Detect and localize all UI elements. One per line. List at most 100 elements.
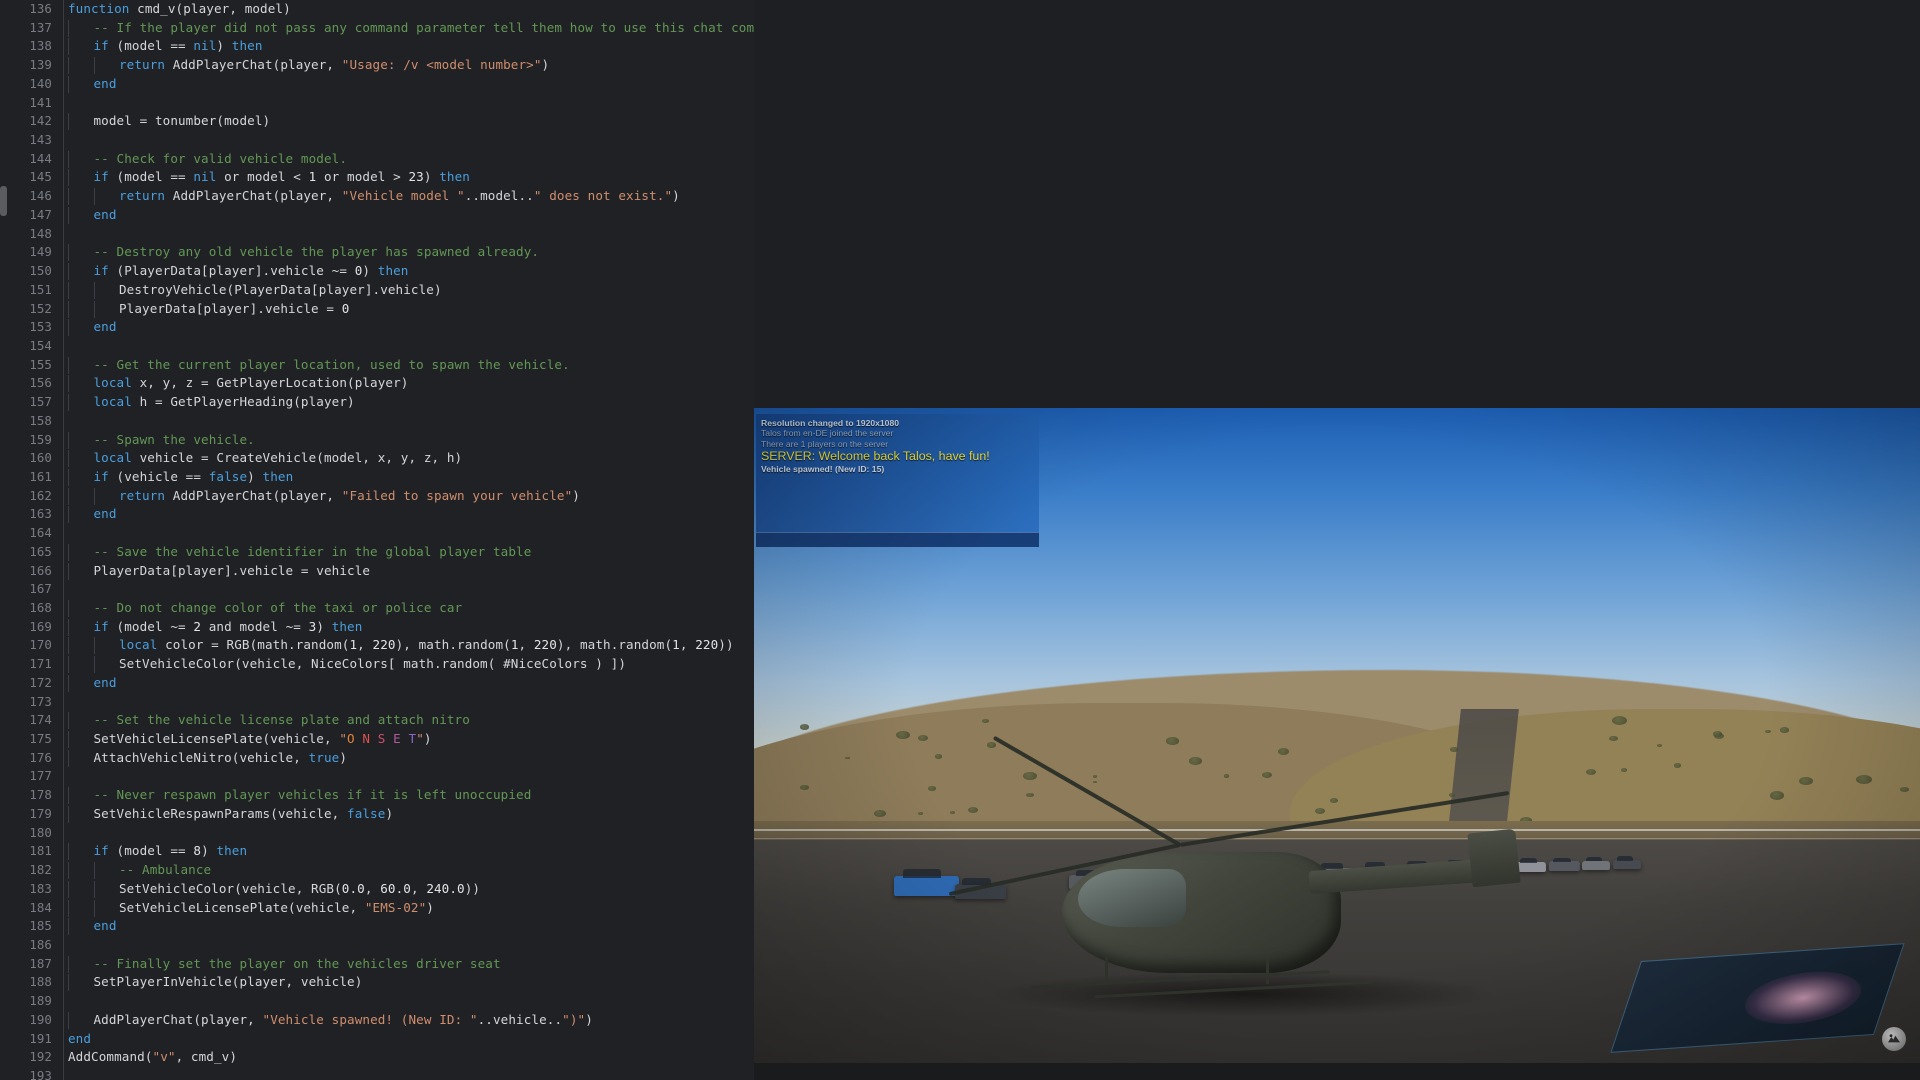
code-line[interactable]: 163 end — [0, 505, 754, 524]
code-line[interactable]: 181 if (model == 8) then — [0, 842, 754, 861]
code-line[interactable]: 178 -- Never respawn player vehicles if i… — [0, 786, 754, 805]
scrub-bush — [800, 724, 810, 730]
code-line[interactable]: 185 end — [0, 917, 754, 936]
code-line[interactable]: 179 SetVehicleRespawnParams(vehicle, fals… — [0, 805, 754, 824]
code-line[interactable]: 153 end — [0, 318, 754, 337]
indent-guide — [68, 674, 69, 692]
code-line[interactable]: 164 — [0, 524, 754, 543]
code-line[interactable]: 166 PlayerData[player].vehicle = vehicle — [0, 562, 754, 581]
code-line[interactable]: 183 SetVehicleColor(vehicle, RGB(0.0, 60.… — [0, 880, 754, 899]
code-token: end — [93, 319, 117, 335]
line-number: 182 — [29, 862, 52, 878]
code-line[interactable]: 142 model = tonumber(model) — [0, 112, 754, 131]
code-line[interactable]: 147 end — [0, 206, 754, 225]
code-line[interactable]: 193 — [0, 1067, 754, 1080]
code-line[interactable]: 175 SetVehicleLicensePlate(vehicle, "O N … — [0, 730, 754, 749]
code-token: ) — [201, 843, 217, 859]
code-line[interactable]: 177 — [0, 767, 754, 786]
code-line[interactable]: 157 local h = GetPlayerHeading(player) — [0, 393, 754, 412]
code-line[interactable]: 162 return AddPlayerChat(player, "Failed … — [0, 487, 754, 506]
code-line[interactable]: 173 — [0, 693, 754, 712]
code-line[interactable]: 141 — [0, 94, 754, 113]
code-token: then — [262, 468, 294, 484]
code-line[interactable]: 191 end — [0, 1030, 754, 1049]
code-line[interactable]: 165 -- Save the vehicle identifier in the… — [0, 543, 754, 562]
code-line[interactable]: 170 local color = RGB(math.random(1, 220)… — [0, 636, 754, 655]
code-line[interactable]: 150 if (PlayerData[player].vehicle ~= 0) … — [0, 262, 754, 281]
code-line[interactable]: 176 AttachVehicleNitro(vehicle, true) — [0, 749, 754, 768]
code-line[interactable]: 146 return AddPlayerChat(player, "Vehicle… — [0, 187, 754, 206]
line-number: 138 — [29, 38, 52, 54]
code-line[interactable]: 171 SetVehicleColor(vehicle, NiceColors[ … — [0, 655, 754, 674]
line-number: 146 — [29, 188, 52, 204]
code-line[interactable]: 158 — [0, 412, 754, 431]
code-line[interactable]: 136 function cmd_v(player, model) — [0, 0, 754, 19]
code-line[interactable]: 137 -- If the player did not pass any com… — [0, 19, 754, 38]
code-token: if — [93, 843, 117, 859]
code-line[interactable]: 180 — [0, 824, 754, 843]
indent-guide — [68, 19, 69, 37]
code-line[interactable]: 188 SetPlayerInVehicle(player, vehicle) — [0, 973, 754, 992]
code-line[interactable]: 139 return AddPlayerChat(player, "Usage: … — [0, 56, 754, 75]
code-line[interactable]: 154 — [0, 337, 754, 356]
code-line[interactable]: 159 -- Spawn the vehicle. — [0, 431, 754, 450]
scrub-bush — [1223, 774, 1230, 778]
code-token: , — [410, 880, 427, 896]
code-token: ) — [216, 38, 232, 54]
code-text: SetVehicleLicensePlate(vehicle, "O N S E… — [94, 730, 432, 749]
game-viewport[interactable]: Resolution changed to 1920x1080 Talos fro… — [754, 408, 1920, 1063]
line-number: 142 — [29, 113, 52, 129]
code-line[interactable]: 149 -- Destroy any old vehicle the player… — [0, 243, 754, 262]
code-line[interactable]: 184 SetVehicleLicensePlate(vehicle, "EMS-… — [0, 899, 754, 918]
scrub-bush — [1856, 774, 1872, 784]
code-line[interactable]: 187 -- Finally set the player on the vehi… — [0, 955, 754, 974]
code-text: PlayerData[player].vehicle = vehicle — [94, 562, 371, 581]
chat-message: There are 1 players on the server — [761, 438, 889, 449]
code-line[interactable]: 160 local vehicle = CreateVehicle(model, … — [0, 449, 754, 468]
indent-guide — [93, 656, 95, 674]
code-token: ) — [316, 618, 332, 634]
code-line[interactable]: 172 end — [0, 674, 754, 693]
indent-guide — [68, 712, 69, 730]
code-line[interactable]: 167 — [0, 580, 754, 599]
code-token: (model == — [116, 38, 194, 54]
code-line[interactable]: 190 AddPlayerChat(player, "Vehicle spawne… — [0, 1011, 754, 1030]
code-token: 0 — [341, 300, 350, 316]
code-line[interactable]: 156 local x, y, z = GetPlayerLocation(pla… — [0, 374, 754, 393]
code-line[interactable]: 140 end — [0, 75, 754, 94]
code-line[interactable]: 189 — [0, 992, 754, 1011]
code-line[interactable]: 138 if (model == nil) then — [0, 37, 754, 56]
code-editor[interactable]: 136 function cmd_v(player, model) 137 -- If… — [0, 0, 754, 1080]
code-line[interactable]: 186 — [0, 936, 754, 955]
code-lines-container[interactable]: 136 function cmd_v(player, model) 137 -- If… — [0, 0, 754, 1080]
code-token: ) — [423, 169, 440, 185]
line-number: 163 — [29, 506, 52, 522]
code-line[interactable]: 152 PlayerData[player].vehicle = 0 — [0, 300, 754, 319]
code-line[interactable]: 161 if (vehicle == false) then — [0, 468, 754, 487]
code-text: end — [68, 1030, 91, 1049]
chat-input-field[interactable] — [756, 532, 1039, 547]
code-line[interactable]: 155 -- Get the current player location, u… — [0, 356, 754, 375]
code-line[interactable]: 169 if (model ~= 2 and model ~= 3) then — [0, 618, 754, 637]
code-token: 1 — [510, 637, 519, 653]
game-chat-overlay: Resolution changed to 1920x1080 Talos fro… — [756, 414, 1039, 532]
code-line[interactable]: 144 -- Check for valid vehicle model. — [0, 150, 754, 169]
indent-guide — [68, 899, 69, 917]
indent-guide — [68, 263, 69, 281]
code-line[interactable]: 182 -- Ambulance — [0, 861, 754, 880]
code-line[interactable]: 143 — [0, 131, 754, 150]
code-line[interactable]: 145 if (model == nil or model < 1 or mode… — [0, 168, 754, 187]
code-line[interactable]: 192 AddCommand("v", cmd_v) — [0, 1048, 754, 1067]
code-line[interactable]: 148 — [0, 225, 754, 244]
code-token: end — [93, 918, 117, 934]
indent-guide — [68, 450, 69, 468]
code-token: PlayerData[player].vehicle = vehicle — [93, 562, 371, 578]
code-line[interactable]: 174 -- Set the vehicle license plate and … — [0, 711, 754, 730]
code-line[interactable]: 151 DestroyVehicle(PlayerData[player].veh… — [0, 281, 754, 300]
indent-guide — [68, 618, 69, 636]
indent-guide — [93, 899, 95, 917]
scrub-bush — [1712, 731, 1722, 737]
line-number: 193 — [29, 1067, 52, 1080]
code-line[interactable]: 168 -- Do not change color of the taxi or… — [0, 599, 754, 618]
code-token: end — [68, 1030, 92, 1046]
